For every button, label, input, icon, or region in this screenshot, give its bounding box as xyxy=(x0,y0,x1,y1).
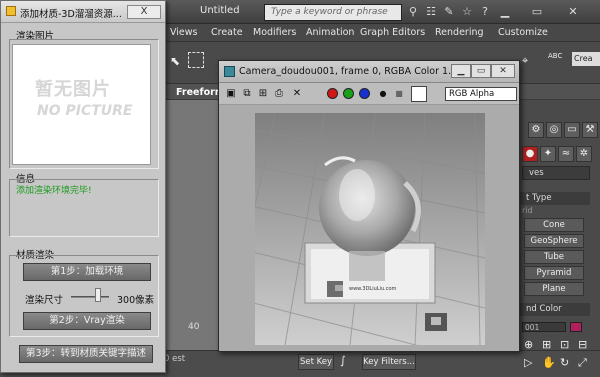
menu-rendering[interactable]: Rendering xyxy=(435,27,484,38)
menu-animation[interactable]: Animation xyxy=(306,27,354,38)
document-title: Untitled xyxy=(200,5,240,16)
channel-select[interactable]: RGB Alpha xyxy=(445,87,517,101)
region-select-icon[interactable] xyxy=(188,52,204,68)
render-toolbar: ▣ ⧉ ⊞ ⎙ ✕ ● ■ RGB Alpha xyxy=(219,83,519,105)
favorites-icon[interactable]: ☷ xyxy=(424,5,438,19)
no-picture-placeholder: 暂无图片 NO PICTURE xyxy=(12,44,151,165)
set-key-button[interactable]: Set Key xyxy=(298,354,334,370)
orbit-icon[interactable]: ↻ xyxy=(560,356,569,369)
menu-graph-editors[interactable]: Graph Editors xyxy=(360,27,425,38)
geometry-icon[interactable]: ● xyxy=(522,146,538,162)
zoom-extents-icon[interactable]: ⊡ xyxy=(560,338,569,351)
render-size-slider-thumb[interactable] xyxy=(94,288,101,302)
print-icon[interactable]: ⎙ xyxy=(273,88,285,100)
fov-icon[interactable]: ▷ xyxy=(524,356,532,369)
spacewarps-icon[interactable]: ≈ xyxy=(558,146,574,162)
zoom-icon[interactable]: ⊕ xyxy=(524,338,533,351)
copy-image-icon[interactable]: ⧉ xyxy=(241,88,253,100)
shapes-icon[interactable]: ✦ xyxy=(540,146,556,162)
status-text: 0 est xyxy=(164,354,186,364)
rollout-name-color[interactable]: nd Color xyxy=(520,303,590,316)
snap-icon[interactable]: ⌖ xyxy=(522,54,528,68)
render-close-button[interactable]: ✕ xyxy=(491,64,515,78)
blue-channel-button[interactable] xyxy=(359,88,370,99)
color-swatch-white[interactable] xyxy=(411,86,427,102)
zoom-extents-all-icon[interactable]: ⊟ xyxy=(578,338,587,351)
render-minimize-button[interactable]: ▁ xyxy=(451,64,471,78)
menu-create[interactable]: Create xyxy=(211,27,243,38)
render-size-slider-track[interactable] xyxy=(71,296,109,298)
primitive-pyramid-button[interactable]: Pyramid xyxy=(524,266,584,280)
clone-window-icon[interactable]: ⊞ xyxy=(257,88,269,100)
green-channel-button[interactable] xyxy=(343,88,354,99)
hierarchy-icon[interactable]: ⚙ xyxy=(528,122,544,138)
plugin-app-icon xyxy=(6,6,16,16)
object-name-field[interactable]: 001 xyxy=(522,322,566,332)
maximize-icon[interactable]: ▭ xyxy=(530,5,544,19)
no-picture-subtitle: NO PICTURE xyxy=(37,103,133,119)
stand-text: www.3DLiuLiu.com xyxy=(349,286,397,292)
render-window-icon xyxy=(224,66,235,77)
menu-modifiers[interactable]: Modifiers xyxy=(253,27,296,38)
rendered-image: www.3DLiuLiu.com xyxy=(255,113,485,345)
autogrid-label: rid xyxy=(522,206,533,215)
red-channel-button[interactable] xyxy=(327,88,338,99)
search-tool-icon[interactable]: ✎ xyxy=(442,5,456,19)
material-plugin-window: 添加材质-3D溜溜资源... X 渲染图片 暂无图片 NO PICTURE 信息… xyxy=(0,0,166,373)
render-frame-window: Camera_doudou001, frame 0, RGBA Color 1.… xyxy=(218,60,520,352)
timeline-frame-number: 40 xyxy=(188,322,200,332)
systems-icon[interactable]: ✲ xyxy=(576,146,592,162)
minimize-icon[interactable]: ▁ xyxy=(498,5,512,19)
utilities-icon[interactable]: ▭ xyxy=(564,122,580,138)
primitive-geosphere-button[interactable]: GeoSphere xyxy=(524,234,584,248)
clear-icon[interactable]: ✕ xyxy=(291,88,303,100)
plugin-title: 添加材质-3D溜溜资源... xyxy=(20,9,122,20)
star-icon[interactable]: ☆ xyxy=(460,5,474,19)
display-icon[interactable]: ◎ xyxy=(546,122,562,138)
plugin-titlebar[interactable]: 添加材质-3D溜溜资源... X xyxy=(1,1,165,23)
primitive-tube-button[interactable]: Tube xyxy=(524,250,584,264)
select-icon[interactable]: ⬉ xyxy=(170,54,180,68)
step1-load-environment-button[interactable]: 第1步：加载环境 xyxy=(23,263,151,281)
render-size-value: 300像素 xyxy=(117,295,155,306)
pan-icon[interactable]: ✋ xyxy=(542,356,556,369)
render-window-title: Camera_doudou001, frame 0, RGBA Color 1.… xyxy=(239,66,458,77)
mono-icon[interactable]: ■ xyxy=(393,88,405,100)
render-scene: www.3DLiuLiu.com xyxy=(255,113,485,345)
save-image-icon[interactable]: ▣ xyxy=(225,88,237,100)
step2-vray-render-button[interactable]: 第2步：Vray渲染 xyxy=(23,312,151,330)
help-icon[interactable]: ? xyxy=(478,5,492,19)
search-input[interactable]: Type a keyword or phrase xyxy=(264,4,402,21)
object-category-dropdown[interactable]: ves xyxy=(522,166,590,180)
create-selection-field[interactable]: Crea xyxy=(572,52,600,66)
object-color-swatch[interactable] xyxy=(570,322,582,332)
binoculars-icon[interactable]: ⚲ xyxy=(406,5,420,19)
zoom-all-icon[interactable]: ⊞ xyxy=(542,338,551,351)
primitive-plane-button[interactable]: Plane xyxy=(524,282,584,296)
rollout-object-type[interactable]: t Type xyxy=(520,192,590,205)
info-message: 添加渲染环境完毕! xyxy=(16,186,92,196)
window-close-icon[interactable]: ✕ xyxy=(566,5,580,19)
no-picture-title: 暂无图片 xyxy=(35,79,111,100)
key-tangent-icon[interactable]: ∫ xyxy=(340,354,346,367)
menu-customize[interactable]: Customize xyxy=(498,27,548,38)
render-maximize-button[interactable]: ▭ xyxy=(471,64,491,78)
primitive-cone-button[interactable]: Cone xyxy=(524,218,584,232)
maximize-viewport-icon[interactable]: ⤢ xyxy=(578,356,587,370)
menu-views[interactable]: Views xyxy=(170,27,198,38)
abc-icon[interactable]: ABC xyxy=(548,52,562,60)
key-filters-button[interactable]: Key Filters... xyxy=(362,354,416,370)
render-window-titlebar[interactable]: Camera_doudou001, frame 0, RGBA Color 1.… xyxy=(219,61,519,83)
plugin-close-button[interactable]: X xyxy=(127,5,161,19)
step3-material-keyword-button[interactable]: 第3步：转到材质关键字描述 xyxy=(19,345,153,363)
hammer-icon[interactable]: ⚒ xyxy=(582,122,598,138)
alpha-channel-icon[interactable]: ● xyxy=(377,88,389,100)
render-size-label: 渲染尺寸 xyxy=(25,295,64,306)
